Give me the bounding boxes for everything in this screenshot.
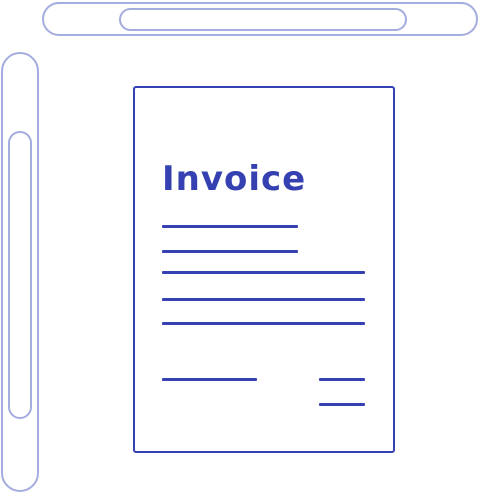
horizontal-scrollbar-thumb[interactable] xyxy=(119,8,407,31)
total-value-line xyxy=(319,378,365,381)
invoice-title: Invoice xyxy=(162,159,307,199)
invoice-document-icon: Invoice xyxy=(133,86,395,453)
text-line xyxy=(162,250,298,253)
text-line xyxy=(162,271,365,274)
vertical-scrollbar-thumb[interactable] xyxy=(8,131,32,419)
text-line xyxy=(162,298,365,301)
total-label-line xyxy=(162,378,257,381)
text-line xyxy=(162,322,365,325)
horizontal-scrollbar[interactable] xyxy=(42,2,478,36)
total-value-line xyxy=(319,403,365,406)
vertical-scrollbar[interactable] xyxy=(1,52,39,492)
text-line xyxy=(162,225,298,228)
